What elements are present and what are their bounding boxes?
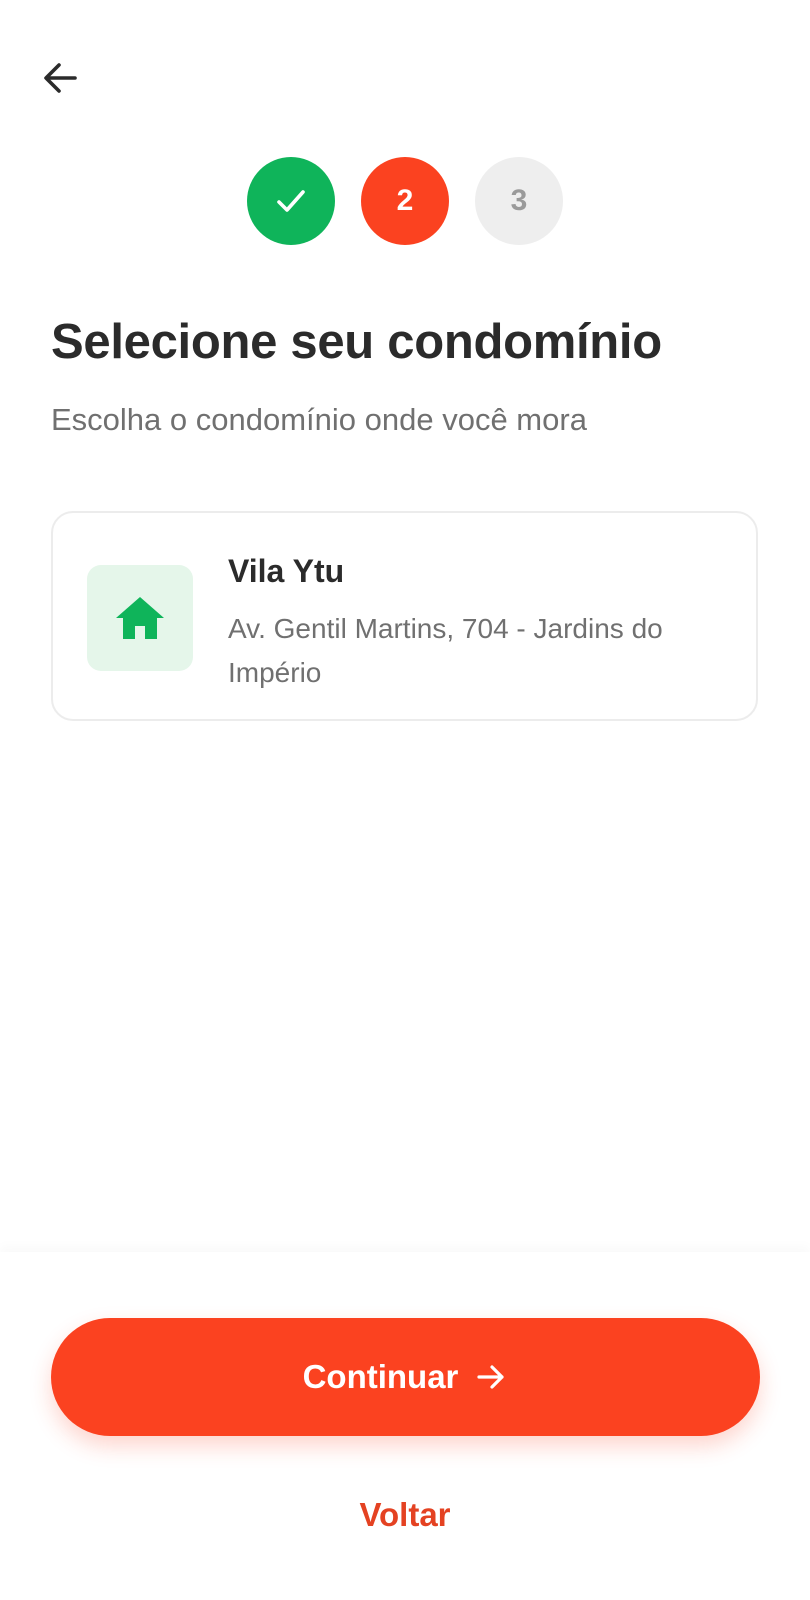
step-number: 3	[510, 184, 528, 217]
condo-card-vila-ytu[interactable]: Vila Ytu Av. Gentil Martins, 704 - Jardi…	[51, 511, 758, 721]
step-3-pending: 3	[475, 157, 563, 245]
condo-selection-screen: 2 3 Selecione seu condomínio Escolha o c…	[0, 0, 810, 1600]
condo-address: Av. Gentil Martins, 704 - Jardins do Imp…	[228, 613, 663, 688]
back-link-button[interactable]: Voltar	[0, 1496, 810, 1534]
step-2-active: 2	[361, 157, 449, 245]
home-icon	[116, 597, 164, 639]
continue-button[interactable]: Continuar	[51, 1318, 760, 1436]
page-subtitle: Escolha o condomínio onde você mora	[51, 402, 587, 437]
arrow-right-icon	[477, 1365, 505, 1389]
check-icon	[277, 190, 305, 212]
step-1-completed	[247, 157, 335, 245]
progress-stepper: 2 3	[0, 157, 810, 245]
continue-label: Continuar	[302, 1358, 459, 1395]
back-button[interactable]	[34, 52, 86, 104]
condo-icon-box	[87, 565, 193, 671]
step-number: 2	[396, 184, 414, 217]
page-title: Selecione seu condomínio	[51, 315, 662, 369]
bottom-action-panel: Continuar Voltar	[0, 1252, 810, 1600]
arrow-left-icon	[44, 63, 77, 93]
condo-name: Vila Ytu	[228, 553, 345, 589]
